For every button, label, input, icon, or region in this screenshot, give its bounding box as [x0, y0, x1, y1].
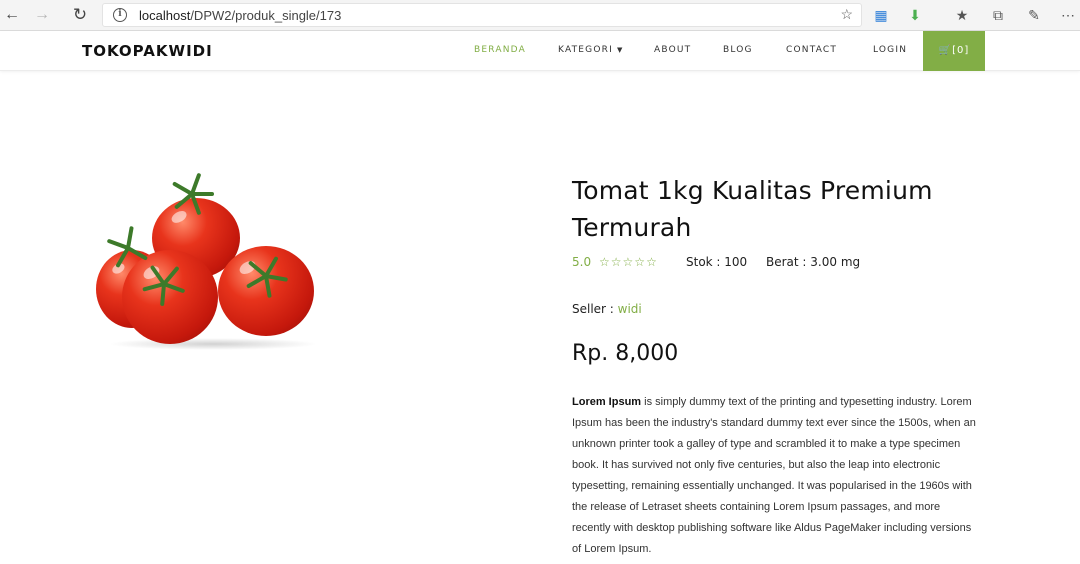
reload-icon[interactable]: ↻: [68, 4, 92, 26]
info-icon[interactable]: i: [113, 8, 127, 22]
description-lead: Lorem Ipsum: [572, 396, 642, 408]
nav-item-about[interactable]: ABOUT: [654, 45, 691, 55]
more-menu-icon[interactable]: ⋯: [1058, 5, 1078, 25]
star-icon: ☆: [599, 255, 611, 269]
tomato-stem-right: [245, 255, 289, 299]
url-host: localhost: [139, 8, 191, 23]
browser-toolbar: ← → ↻ i localhost/DPW2/produk_single/173…: [0, 0, 1080, 31]
caret-down-icon: ▼: [617, 46, 624, 54]
weight-info: Berat : 3.00 mg: [766, 255, 861, 269]
back-arrow-icon[interactable]: ←: [0, 4, 24, 26]
download-extension-icon[interactable]: ⬇: [905, 5, 925, 25]
collections-icon[interactable]: ⧉: [988, 5, 1008, 25]
nav-item-contact[interactable]: CONTACT: [786, 45, 837, 55]
tomato-stem-left: [106, 225, 150, 269]
nav-item-blog[interactable]: BLOG: [723, 45, 753, 55]
product-price: Rp. 8,000: [572, 341, 679, 366]
seller-label: Seller :: [572, 302, 618, 316]
nav-item-kategori-label: KATEGORI: [558, 45, 613, 55]
image-shadow: [108, 338, 318, 350]
favorite-star-icon[interactable]: ☆: [840, 6, 853, 23]
forward-arrow-icon[interactable]: →: [30, 4, 54, 26]
star-icon: ☆: [622, 255, 635, 269]
translate-extension-icon[interactable]: ▦: [871, 5, 891, 25]
nav-item-login[interactable]: LOGIN: [873, 45, 907, 55]
seller-info: Seller : widi: [572, 301, 642, 317]
address-bar[interactable]: i localhost/DPW2/produk_single/173 ☆: [102, 3, 862, 27]
product-title: Tomat 1kg Kualitas Premium Termurah: [572, 176, 933, 242]
rating-value: 5.0: [572, 255, 592, 269]
description-body: is simply dummy text of the printing and…: [572, 396, 976, 555]
tomato-stem-top: [171, 172, 214, 216]
product-description: Lorem Ipsum is simply dummy text of the …: [572, 392, 976, 560]
stock-info: Stok : 100: [686, 255, 748, 269]
rating-stars: ☆☆☆☆☆: [599, 254, 658, 270]
url-text: localhost/DPW2/produk_single/173: [139, 8, 341, 24]
tomato-stem-front: [142, 264, 186, 307]
cart-button[interactable]: 🛒[0]: [923, 31, 985, 71]
url-path: /DPW2/produk_single/173: [190, 8, 342, 23]
star-icon: ☆: [634, 255, 647, 269]
cart-icon: 🛒: [938, 45, 953, 56]
nav-item-beranda[interactable]: BERANDA: [474, 45, 526, 55]
star-icon: ☆: [646, 255, 658, 269]
nav-item-kategori[interactable]: KATEGORI ▼: [558, 45, 624, 55]
brand-logo[interactable]: TOKOPAKWIDI: [82, 42, 213, 60]
tomato-front: [122, 250, 218, 344]
seller-link[interactable]: widi: [618, 302, 642, 316]
cart-count: [0]: [952, 45, 970, 56]
favorites-list-icon[interactable]: ★: [952, 5, 972, 25]
tomato-image: [88, 170, 328, 360]
site-navbar: TOKOPAKWIDI BERANDA KATEGORI ▼ ABOUT BLO…: [0, 31, 1080, 71]
profile-extension-icon[interactable]: ✎: [1024, 5, 1044, 25]
star-icon: ☆: [610, 255, 623, 269]
